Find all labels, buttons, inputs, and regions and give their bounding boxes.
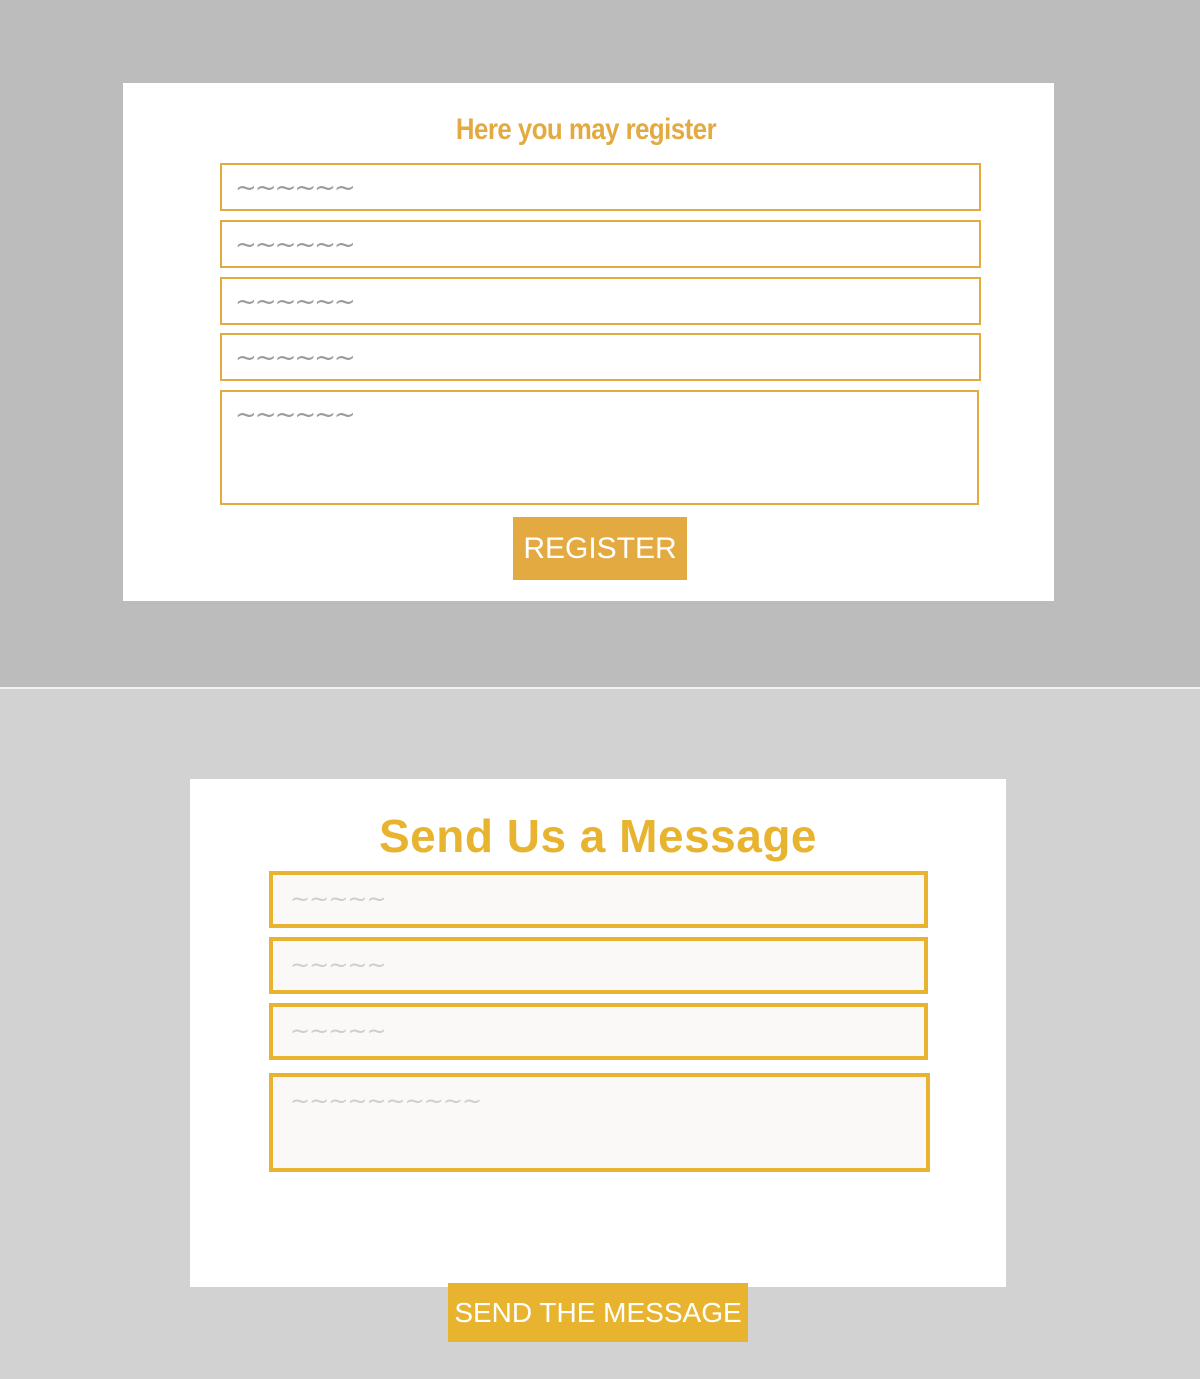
- message-field-3-placeholder: ~~~~~: [290, 1017, 387, 1045]
- message-form-card: Send Us a Message ~~~~~ ~~~~~ ~~~~~ ~~~~…: [190, 779, 1006, 1342]
- message-textarea[interactable]: ~~~~~~~~~~: [269, 1073, 930, 1172]
- message-field-2[interactable]: ~~~~~: [269, 937, 928, 994]
- send-message-button[interactable]: SEND THE MESSAGE: [448, 1283, 748, 1342]
- register-field-3[interactable]: ~~~~~~: [220, 277, 981, 325]
- message-textarea-placeholder: ~~~~~~~~~~: [290, 1087, 482, 1115]
- register-button[interactable]: REGISTER: [513, 517, 687, 580]
- register-field-1-placeholder: ~~~~~~: [235, 173, 356, 203]
- register-field-3-placeholder: ~~~~~~: [235, 287, 356, 317]
- register-panel: Here you may register ~~~~~~ ~~~~~~ ~~~~…: [0, 0, 1200, 687]
- message-field-2-placeholder: ~~~~~: [290, 951, 387, 979]
- message-panel: Send Us a Message ~~~~~ ~~~~~ ~~~~~ ~~~~…: [0, 689, 1200, 1379]
- register-textarea[interactable]: ~~~~~~: [220, 390, 979, 505]
- register-textarea-placeholder: ~~~~~~: [235, 400, 356, 430]
- register-form-title: Here you may register: [455, 113, 717, 146]
- register-field-4-placeholder: ~~~~~~: [235, 343, 356, 373]
- message-field-1[interactable]: ~~~~~: [269, 871, 928, 928]
- message-field-1-placeholder: ~~~~~: [290, 885, 387, 913]
- register-field-2[interactable]: ~~~~~~: [220, 220, 981, 268]
- message-field-3[interactable]: ~~~~~: [269, 1003, 928, 1060]
- register-field-1[interactable]: ~~~~~~: [220, 163, 981, 211]
- register-form-card: Here you may register ~~~~~~ ~~~~~~ ~~~~…: [123, 83, 1054, 601]
- register-field-2-placeholder: ~~~~~~: [235, 230, 356, 260]
- register-field-4[interactable]: ~~~~~~: [220, 333, 981, 381]
- message-form-title: Send Us a Message: [378, 810, 818, 862]
